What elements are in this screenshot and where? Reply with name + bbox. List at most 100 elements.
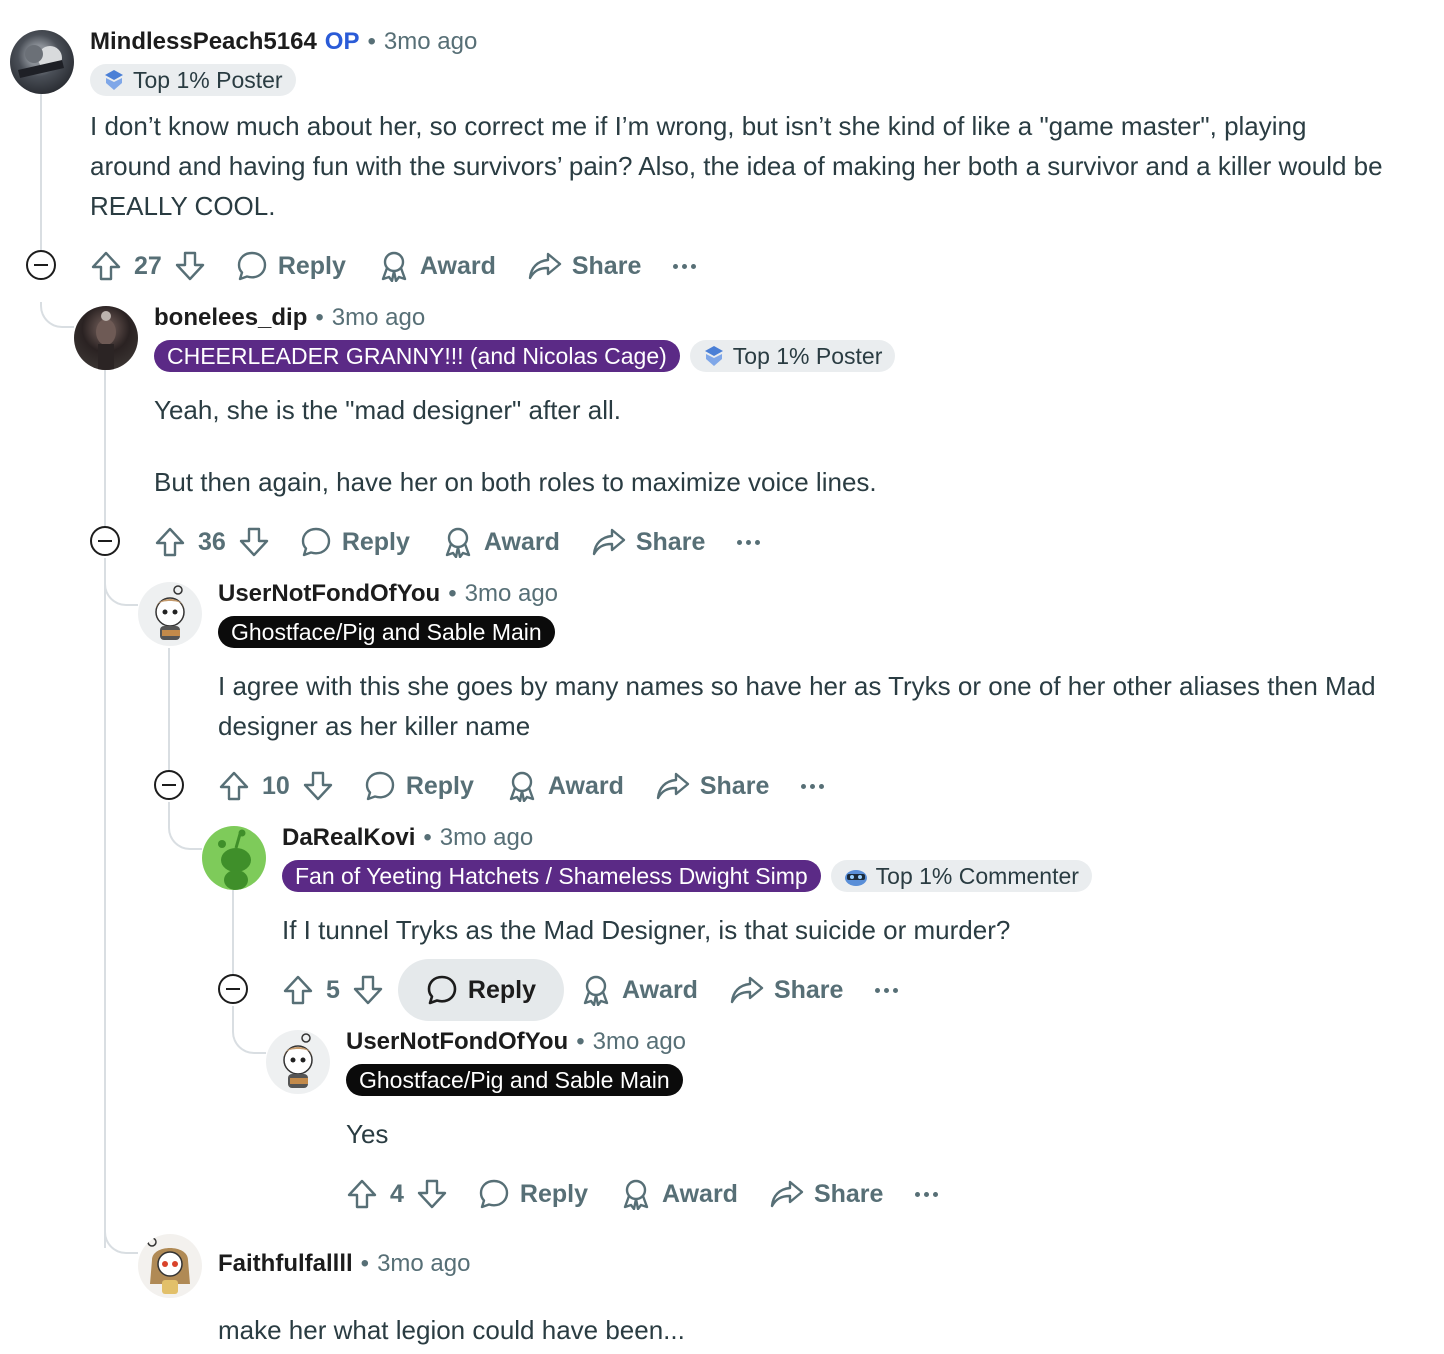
comment-body: Yeah, she is the "mad designer" after al… (154, 390, 1384, 502)
user-flair: Ghostface/Pig and Sable Main (346, 1064, 683, 1096)
username[interactable]: DaRealKovi (282, 824, 415, 852)
vote-controls: 4 (346, 1178, 462, 1210)
comment-body: Yes (346, 1114, 1396, 1154)
thread-line (232, 890, 234, 974)
reply-button[interactable]: Reply (348, 755, 490, 817)
share-button[interactable]: Share (754, 1163, 899, 1225)
more-options-icon[interactable] (859, 987, 914, 993)
share-button[interactable]: Share (640, 755, 785, 817)
comment-actions: 10 Reply Award Share (218, 754, 840, 818)
timestamp[interactable]: 3mo ago (384, 28, 477, 56)
comment-paragraph: make her what legion could have been... (218, 1315, 685, 1345)
downvote-icon[interactable] (238, 526, 270, 558)
user-flair: Ghostface/Pig and Sable Main (218, 616, 555, 648)
flair-text: Top 1% Poster (133, 67, 283, 93)
upvote-icon[interactable] (218, 770, 250, 802)
reply-label: Reply (277, 251, 346, 280)
reply-label: Reply (467, 975, 536, 1004)
comment-paragraph: If I tunnel Tryks as the Mad Designer, i… (282, 915, 1011, 945)
comment-bubble-icon (479, 1179, 509, 1209)
username[interactable]: MindlessPeach5164 (90, 28, 317, 56)
more-options-icon[interactable] (657, 263, 712, 269)
award-button[interactable]: Award (426, 511, 576, 573)
comment-body: make her what legion could have been... (218, 1310, 1408, 1350)
default-snoo-avatar-icon[interactable] (202, 826, 266, 890)
timestamp[interactable]: 3mo ago (332, 304, 425, 332)
separator: • (367, 28, 376, 55)
collapse-thread-button[interactable] (90, 526, 120, 556)
reply-button[interactable]: Reply (397, 959, 564, 1021)
username[interactable]: Faithfulfallll (218, 1250, 353, 1278)
award-icon (623, 1179, 649, 1210)
downvote-icon[interactable] (416, 1178, 448, 1210)
upvote-icon[interactable] (90, 250, 122, 282)
top-commenter-icon (844, 870, 867, 886)
reply-label: Reply (405, 771, 474, 800)
vote-count: 10 (262, 771, 290, 800)
timestamp[interactable]: 3mo ago (593, 1028, 686, 1056)
comment-header: Faithfulfallll • 3mo ago (218, 1250, 470, 1278)
reply-button[interactable]: Reply (462, 1163, 604, 1225)
collapse-thread-button[interactable] (154, 770, 184, 800)
more-options-icon[interactable] (721, 539, 776, 545)
snoo-avatar-icon[interactable] (138, 1234, 202, 1298)
timestamp[interactable]: 3mo ago (377, 1250, 470, 1278)
award-button[interactable]: Award (490, 755, 640, 817)
more-options-icon[interactable] (899, 1191, 954, 1197)
username[interactable]: bonelees_dip (154, 304, 307, 332)
collapse-thread-button[interactable] (218, 974, 248, 1004)
user-avatar-icon[interactable] (10, 30, 74, 94)
downvote-icon[interactable] (352, 974, 384, 1006)
award-button[interactable]: Award (564, 959, 714, 1021)
downvote-icon[interactable] (302, 770, 334, 802)
reply-label: Reply (519, 1179, 588, 1208)
thread-curve (40, 302, 74, 328)
share-label: Share (773, 975, 844, 1004)
vote-count: 36 (198, 527, 226, 556)
comment-actions: 4 Reply Award Share (346, 1162, 954, 1226)
share-button[interactable]: Share (512, 235, 657, 297)
thread-line (40, 94, 42, 250)
share-icon (770, 1180, 804, 1208)
vote-count: 27 (134, 251, 162, 280)
user-flair: Top 1% Commenter (830, 860, 1092, 892)
snoo-avatar-icon[interactable] (266, 1030, 330, 1094)
separator: • (360, 1250, 370, 1277)
flair-text: Top 1% Commenter (875, 863, 1079, 889)
timestamp[interactable]: 3mo ago (465, 580, 558, 608)
downvote-icon[interactable] (174, 250, 206, 282)
award-label: Award (547, 771, 624, 800)
timestamp[interactable]: 3mo ago (440, 824, 533, 852)
comment-header: bonelees_dip • 3mo ago (154, 304, 425, 332)
upvote-icon[interactable] (154, 526, 186, 558)
award-button[interactable]: Award (362, 235, 512, 297)
award-label: Award (483, 527, 560, 556)
award-label: Award (419, 251, 496, 280)
flair-row: Top 1% Poster (90, 64, 296, 96)
vote-count: 4 (390, 1179, 404, 1208)
award-button[interactable]: Award (604, 1163, 754, 1225)
snoo-avatar-icon[interactable] (138, 582, 202, 646)
thread-curve (104, 580, 138, 606)
collapse-thread-button[interactable] (26, 250, 56, 280)
share-button[interactable]: Share (714, 959, 859, 1021)
more-options-icon[interactable] (785, 783, 840, 789)
upvote-icon[interactable] (282, 974, 314, 1006)
comment-actions: 27 Reply Award Share (90, 234, 712, 298)
op-badge: OP (324, 28, 360, 55)
user-avatar-icon[interactable] (74, 306, 138, 370)
username[interactable]: UserNotFondOfYou (218, 580, 440, 608)
comment-bubble-icon (365, 771, 395, 801)
reply-button[interactable]: Reply (284, 511, 426, 573)
vote-controls: 10 (218, 770, 348, 802)
username[interactable]: UserNotFondOfYou (346, 1028, 568, 1056)
share-button[interactable]: Share (576, 511, 721, 573)
upvote-icon[interactable] (346, 1178, 378, 1210)
flair-row: Fan of Yeeting Hatchets / Shameless Dwig… (282, 860, 1092, 892)
comment-paragraph: I don’t know much about her, so correct … (90, 111, 1383, 221)
comment-header: UserNotFondOfYou • 3mo ago (346, 1028, 686, 1056)
comment-paragraph: But then again, have her on both roles t… (154, 467, 877, 497)
separator: • (448, 580, 457, 607)
top-poster-icon (105, 70, 123, 90)
reply-button[interactable]: Reply (220, 235, 362, 297)
